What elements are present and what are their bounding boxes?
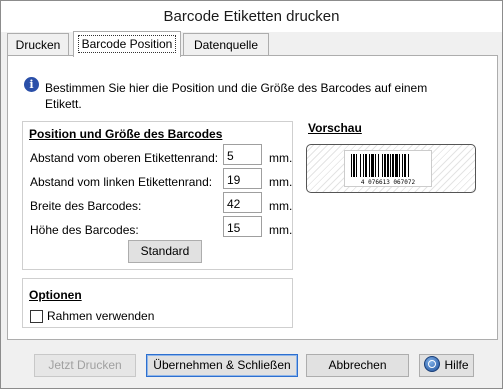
tab-barcode-position[interactable]: Barcode Position bbox=[73, 31, 181, 57]
barcode-icon: 4 076613 067072 bbox=[351, 154, 416, 186]
label-top-margin: Abstand vom oberen Etikettenrand: bbox=[30, 151, 219, 165]
group-title-position: Position und Größe des Barcodes bbox=[29, 127, 223, 141]
left-margin-input[interactable] bbox=[223, 168, 262, 189]
tab-drucken[interactable]: Drucken bbox=[7, 33, 69, 56]
unit-barcode-width: mm. bbox=[269, 199, 293, 213]
help-button[interactable]: Hilfe bbox=[419, 354, 474, 377]
group-title-options: Optionen bbox=[29, 288, 82, 302]
tab-label: Datenquelle bbox=[193, 38, 259, 52]
barcode-preview: 4 076613 067072 bbox=[344, 150, 432, 187]
barcode-digits: 4 076613 067072 bbox=[361, 179, 416, 186]
tab-label: Barcode Position bbox=[77, 35, 177, 53]
info-text: Bestimmen Sie hier die Position und die … bbox=[45, 81, 428, 111]
preview-title: Vorschau bbox=[308, 121, 362, 135]
lifebuoy-icon bbox=[424, 356, 441, 372]
label-barcode-width: Breite des Barcodes: bbox=[30, 199, 142, 213]
label-left-margin: Abstand vom linken Etikettenrand: bbox=[30, 175, 213, 189]
barcode-width-input[interactable] bbox=[223, 192, 262, 213]
unit-top-margin: mm. bbox=[269, 151, 293, 165]
label-barcode-height: Höhe des Barcodes: bbox=[30, 223, 139, 237]
print-now-button[interactable]: Jetzt Drucken bbox=[34, 354, 136, 377]
frame-checkbox-label[interactable]: Rahmen verwenden bbox=[47, 309, 154, 323]
barcode-height-input[interactable] bbox=[223, 216, 262, 237]
top-margin-input[interactable] bbox=[223, 144, 262, 165]
print-dialog: Barcode Etiketten drucken Drucken Barcod… bbox=[0, 0, 503, 389]
options-group: Optionen Rahmen verwenden bbox=[22, 278, 293, 328]
unit-barcode-height: mm. bbox=[269, 223, 293, 237]
preview-label-area: 4 076613 067072 bbox=[306, 144, 476, 193]
help-label: Hilfe bbox=[444, 358, 469, 372]
frame-checkbox[interactable] bbox=[30, 310, 43, 323]
window-title: Barcode Etiketten drucken bbox=[1, 1, 502, 32]
tab-datenquelle[interactable]: Datenquelle bbox=[183, 33, 269, 56]
tab-panel-barcode-position: i Bestimmen Sie hier die Position und di… bbox=[7, 55, 498, 340]
info-icon: i bbox=[24, 77, 39, 92]
cancel-button[interactable]: Abbrechen bbox=[306, 354, 409, 377]
tab-label: Drucken bbox=[15, 38, 61, 52]
unit-left-margin: mm. bbox=[269, 175, 293, 189]
position-size-group: Position und Größe des Barcodes Abstand … bbox=[22, 121, 293, 270]
apply-close-button[interactable]: Übernehmen & Schließen bbox=[146, 354, 298, 377]
standard-button[interactable]: Standard bbox=[128, 240, 202, 263]
